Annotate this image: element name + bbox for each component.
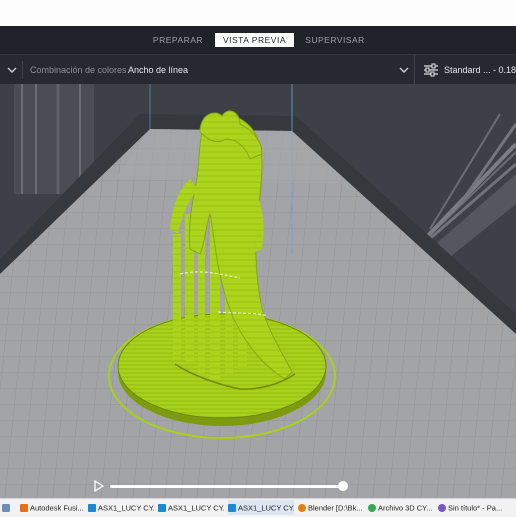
print-settings-button[interactable]: Standard ... - 0.18m: [444, 55, 516, 85]
taskbar-item-chrome[interactable]: Archivo 3D CY...: [368, 500, 434, 515]
cura-icon: [88, 504, 96, 513]
taskbar-label: ASX1_LUCY CY...: [238, 503, 294, 513]
tab-supervisar[interactable]: SUPERVISAR: [304, 33, 366, 47]
taskbar-label: ASX1_LUCY CY...: [98, 503, 154, 513]
settings-sliders-icon[interactable]: [423, 63, 439, 77]
tab-preparar[interactable]: PREPARAR: [150, 33, 206, 47]
chevron-down-icon[interactable]: [399, 66, 409, 74]
window-top-strip: [0, 0, 516, 27]
tab-vista-previa[interactable]: VISTA PREVIA: [215, 33, 294, 47]
blender-icon: [298, 504, 306, 513]
layer-progress-handle[interactable]: [338, 481, 348, 491]
color-scheme-dropdown[interactable]: Ancho de línea: [128, 55, 403, 85]
taskbar-label: Blender [D:\Bk...: [308, 503, 363, 513]
taskbar-item-cura-2[interactable]: ASX1_LUCY CY...: [158, 500, 224, 515]
taskbar-item-fusion[interactable]: Autodesk Fusi...: [20, 500, 84, 515]
taskbar-app-generic[interactable]: [2, 500, 14, 515]
app-icon: [2, 504, 10, 513]
taskbar-label: Archivo 3D CY...: [378, 503, 433, 513]
divider: [414, 55, 415, 85]
fusion-icon: [20, 504, 28, 513]
os-taskbar: Autodesk Fusi... ASX1_LUCY CY... ASX1_LU…: [0, 498, 516, 517]
taskbar-label: ASX1_LUCY CY...: [168, 503, 224, 513]
layer-progress-track[interactable]: [110, 485, 344, 488]
taskbar-label: Sin título* - Pa...: [448, 503, 503, 513]
taskbar-item-cura-3[interactable]: ASX1_LUCY CY...: [228, 500, 294, 515]
taskbar-item-paint[interactable]: Sin título* - Pa...: [438, 500, 516, 515]
taskbar-item-cura-1[interactable]: ASX1_LUCY CY...: [88, 500, 154, 515]
divider: [22, 61, 23, 79]
3d-viewport[interactable]: [0, 84, 516, 498]
chrome-icon: [368, 504, 376, 513]
viewport-scene: [0, 84, 516, 498]
taskbar-item-blender[interactable]: Blender [D:\Bk...: [298, 500, 364, 515]
play-icon[interactable]: [94, 480, 104, 492]
layer-playback-bar: [0, 477, 516, 497]
cura-icon: [158, 504, 166, 513]
stage-bar: PREPARAR VISTA PREVIA SUPERVISAR: [0, 26, 516, 54]
chevron-down-icon[interactable]: [7, 66, 17, 74]
cura-icon: [228, 504, 236, 513]
paint-icon: [438, 504, 446, 513]
taskbar-label: Autodesk Fusi...: [30, 503, 84, 513]
view-settings-bar: Combinación de colores Ancho de línea St…: [0, 54, 516, 85]
color-scheme-label: Combinación de colores: [30, 65, 127, 75]
